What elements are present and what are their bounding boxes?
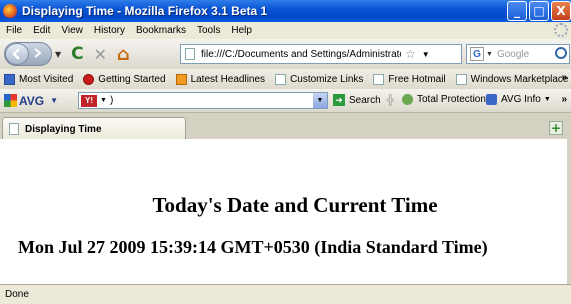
avg-overflow-button[interactable]: » xyxy=(561,94,567,105)
tab-strip: Displaying Time + xyxy=(0,112,571,140)
bookmark-windows-marketplace[interactable]: Windows Marketplace xyxy=(455,73,569,85)
search-placeholder[interactable]: Google xyxy=(497,49,529,60)
tab-label: Displaying Time xyxy=(25,123,102,135)
bookmark-label: Customize Links xyxy=(290,73,364,85)
avg-search-button[interactable]: ➜ Search ╬ xyxy=(333,94,400,106)
forward-arrow-icon xyxy=(34,47,42,58)
avg-protection-label: Total Protection xyxy=(417,94,486,105)
avg-search-field[interactable]: Y! ▼ ) ▼ xyxy=(78,92,328,109)
reload-button[interactable]: C xyxy=(71,44,83,64)
throbber-icon xyxy=(554,23,568,37)
bookmark-label: Most Visited xyxy=(19,73,74,85)
avg-info-label: AVG Info xyxy=(501,94,541,105)
new-tab-button[interactable]: + xyxy=(549,121,563,135)
toolbar-separator: ╬ xyxy=(386,94,394,106)
status-text: Done xyxy=(5,289,29,300)
avg-logo-text: AVG xyxy=(19,93,45,108)
info-icon xyxy=(486,94,497,105)
menu-bookmarks[interactable]: Bookmarks xyxy=(136,25,186,36)
most-visited-icon xyxy=(4,73,15,85)
avg-search-input[interactable]: ) xyxy=(110,95,113,106)
url-bar[interactable]: file:///C:/Documents and Settings/Admini… xyxy=(180,44,462,64)
page-icon xyxy=(455,73,467,85)
bookmark-customize-links[interactable]: Customize Links xyxy=(275,73,364,85)
maximize-button[interactable]: □ xyxy=(529,1,549,21)
browser-window: Displaying Time - Mozilla Firefox 3.1 Be… xyxy=(0,0,571,304)
window-title: Displaying Time - Mozilla Firefox 3.1 Be… xyxy=(22,4,268,18)
yahoo-search-icon[interactable]: Y! xyxy=(81,94,97,107)
bookmark-label: Windows Marketplace xyxy=(470,73,569,85)
search-box[interactable]: G ▼ Google xyxy=(466,44,570,64)
avg-menu-button[interactable]: AVG ▼ xyxy=(4,94,58,108)
search-engine-icon[interactable]: G xyxy=(470,47,484,61)
menu-history[interactable]: History xyxy=(94,25,125,36)
rss-feed-icon xyxy=(175,73,187,85)
forward-button[interactable] xyxy=(33,47,42,61)
page-icon xyxy=(275,73,287,85)
content-edge xyxy=(567,139,571,284)
page-content: Today's Date and Current Time Mon Jul 27… xyxy=(0,139,571,284)
search-icon[interactable] xyxy=(555,47,567,59)
bookmark-label: Free Hotmail xyxy=(388,73,446,85)
home-button[interactable]: ⌂ xyxy=(117,44,130,65)
stop-button[interactable]: ✕ xyxy=(94,45,107,64)
avg-logo-icon xyxy=(4,94,17,107)
bookmark-latest-headlines[interactable]: Latest Headlines xyxy=(175,73,266,85)
menu-file[interactable]: File xyxy=(6,25,22,36)
bookmarks-overflow-button[interactable]: » xyxy=(561,72,567,83)
bookmark-most-visited[interactable]: Most Visited xyxy=(4,73,74,85)
search-provider-dropdown-icon[interactable]: ▼ xyxy=(100,97,107,104)
getting-started-icon xyxy=(83,73,95,85)
menu-tools[interactable]: Tools xyxy=(197,25,220,36)
bookmark-label: Latest Headlines xyxy=(190,73,266,85)
avg-total-protection-button[interactable]: Total Protection xyxy=(402,94,486,105)
avg-toolbar: AVG ▼ Y! ▼ ) ▼ ➜ Search ╬ Total Protecti… xyxy=(0,89,571,112)
avg-info-button[interactable]: AVG Info ▼ xyxy=(486,94,551,105)
back-button[interactable] xyxy=(5,43,29,65)
navigation-toolbar: ▼ C ✕ ⌂ file:///C:/Documents and Setting… xyxy=(0,39,571,69)
back-forward-group xyxy=(4,42,52,66)
avg-search-label: Search xyxy=(349,94,381,106)
page-icon xyxy=(185,48,195,60)
search-arrow-icon: ➜ xyxy=(333,94,345,106)
bookmark-free-hotmail[interactable]: Free Hotmail xyxy=(373,73,446,85)
tab-displaying-time[interactable]: Displaying Time xyxy=(2,117,186,140)
shield-icon xyxy=(402,94,413,105)
avg-info-dropdown-icon[interactable]: ▼ xyxy=(544,96,551,103)
firefox-logo-icon xyxy=(3,4,17,18)
page-heading: Today's Date and Current Time xyxy=(152,193,438,217)
menu-edit[interactable]: Edit xyxy=(33,25,50,36)
menu-view[interactable]: View xyxy=(61,25,83,36)
url-dropdown-icon[interactable]: ▼ xyxy=(422,50,430,59)
bookmarks-toolbar: Most Visited Getting Started Latest Head… xyxy=(0,69,571,89)
url-text[interactable]: file:///C:/Documents and Settings/Admini… xyxy=(201,49,401,60)
back-arrow-icon xyxy=(12,48,20,60)
avg-field-dropdown-icon[interactable]: ▼ xyxy=(313,93,327,108)
page-icon xyxy=(9,123,19,135)
avg-dropdown-icon[interactable]: ▼ xyxy=(50,96,58,105)
minimize-button[interactable]: _ xyxy=(507,1,527,21)
page-icon xyxy=(373,73,385,85)
title-bar[interactable]: Displaying Time - Mozilla Firefox 3.1 Be… xyxy=(0,0,571,22)
status-bar: Done xyxy=(0,284,571,304)
date-time-text: Mon Jul 27 2009 15:39:14 GMT+0530 (India… xyxy=(18,237,488,257)
search-engine-dropdown-icon[interactable]: ▼ xyxy=(486,51,493,58)
bookmark-star-icon[interactable]: ☆ xyxy=(405,47,416,61)
menu-bar: File Edit View History Bookmarks Tools H… xyxy=(0,22,571,39)
window-controls: _ □ X xyxy=(507,1,571,21)
bookmark-label: Getting Started xyxy=(98,73,166,85)
history-dropdown-icon[interactable]: ▼ xyxy=(55,50,61,59)
menu-help[interactable]: Help xyxy=(231,25,252,36)
close-button[interactable]: X xyxy=(551,1,571,21)
bookmark-getting-started[interactable]: Getting Started xyxy=(83,73,166,85)
